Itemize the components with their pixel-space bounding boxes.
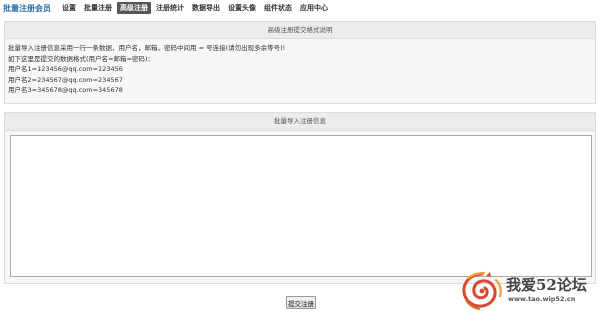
app-title: 批量注册会员 <box>3 3 51 13</box>
info-line: 批量导入注册信息采用一行一条数据，用户名，邮箱，密码中间用 = 号连接(请勿出现… <box>8 44 286 52</box>
tab-batch-register[interactable]: 批量注册 <box>81 2 115 14</box>
top-nav: 批量注册会员 设置 批量注册 高级注册 注册统计 数据导出 设置头像 组件状态 … <box>0 0 600 16</box>
page: 批量注册会员 设置 批量注册 高级注册 注册统计 数据导出 设置头像 组件状态 … <box>0 0 600 315</box>
watermark-title: 我爱52论坛 <box>506 276 587 294</box>
import-textarea[interactable] <box>10 135 592 277</box>
info-line: 用户名3=345678@qq.com=345678 <box>8 86 123 95</box>
format-info-title: 高级注册提交格式说明 <box>5 22 595 39</box>
tab-settings[interactable]: 设置 <box>59 2 79 14</box>
watermark-url: www.tao.wip52.cn <box>508 295 576 303</box>
info-line: 如下这里是提交的数据格式(用户名=邮箱=密码)： <box>8 54 154 63</box>
tab-data-export[interactable]: 数据导出 <box>189 2 223 14</box>
info-line: 用户名2=234567@qq.com=234567 <box>8 75 123 84</box>
submit-register-button[interactable]: 提交注册 <box>286 296 316 309</box>
format-info-body: 批量导入注册信息采用一行一条数据，用户名，邮箱，密码中间用 = 号连接(请勿出现… <box>5 39 595 96</box>
import-textarea-wrap <box>5 131 595 281</box>
tab-register-stats[interactable]: 注册统计 <box>153 2 187 14</box>
tab-component-status[interactable]: 组件状态 <box>261 2 295 14</box>
info-line: 用户名1=123456@qq.com=123456 <box>8 65 123 74</box>
import-panel-title: 批量导入注册信息 <box>5 113 595 131</box>
import-panel: 批量导入注册信息 <box>4 112 596 284</box>
nav-tabs: 设置 批量注册 高级注册 注册统计 数据导出 设置头像 组件状态 应用中心 <box>59 2 333 14</box>
format-info-panel: 高级注册提交格式说明 批量导入注册信息采用一行一条数据，用户名，邮箱，密码中间用… <box>4 21 596 104</box>
forum-watermark: 我爱52论坛 www.tao.wip52.cn <box>458 266 598 312</box>
tab-set-avatar[interactable]: 设置头像 <box>225 2 259 14</box>
tab-app-center[interactable]: 应用中心 <box>297 2 331 14</box>
dragon-logo-icon <box>462 271 502 310</box>
tab-advanced-register[interactable]: 高级注册 <box>117 2 151 14</box>
